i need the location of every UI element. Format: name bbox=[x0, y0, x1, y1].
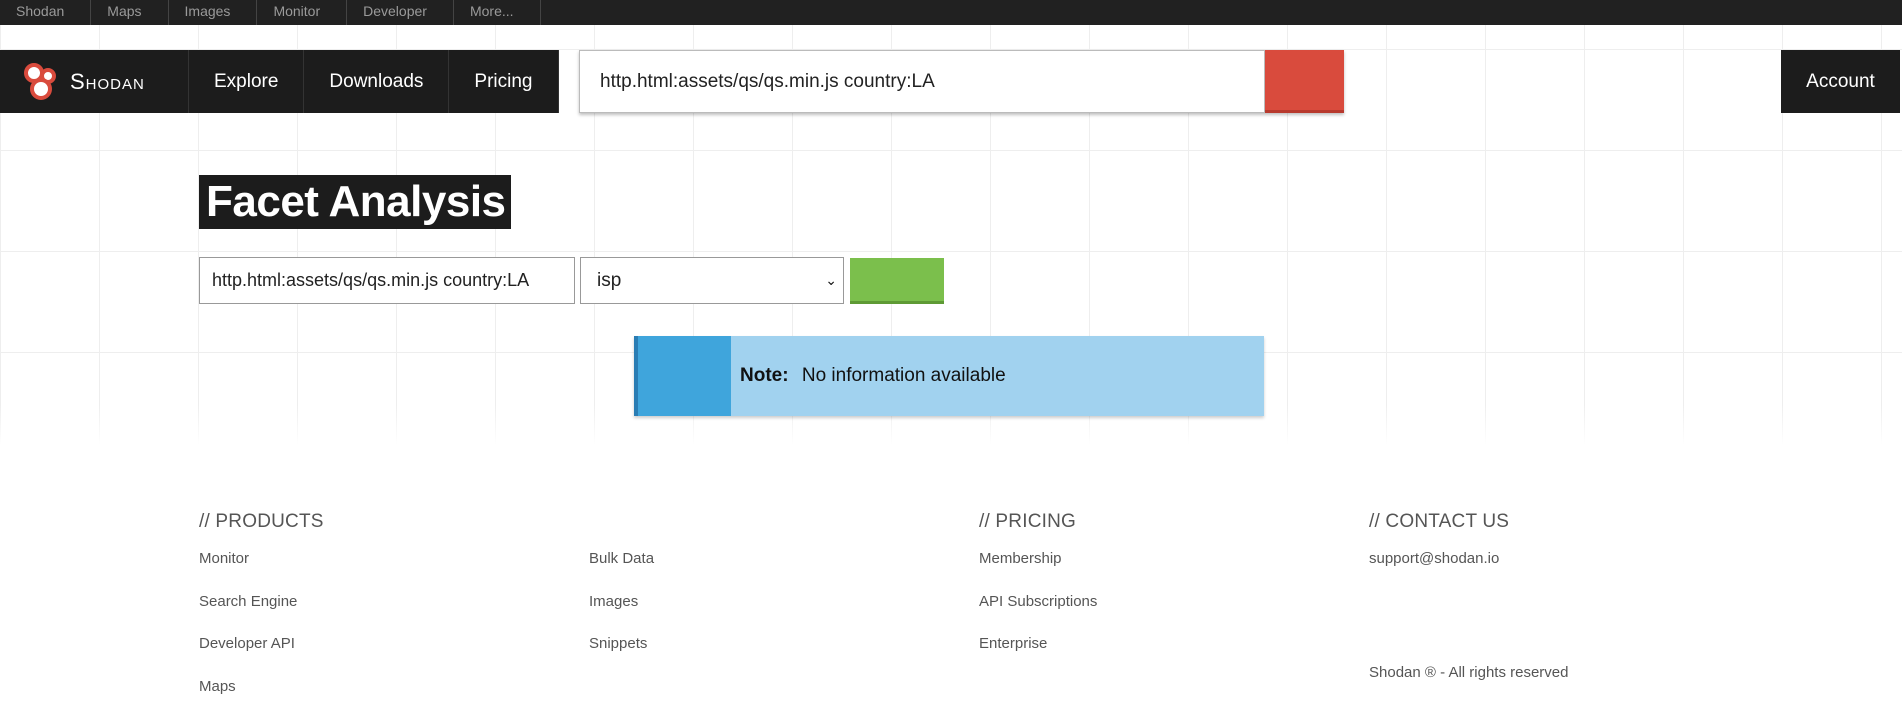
topbar-link-more[interactable]: More... bbox=[454, 0, 541, 25]
search-input[interactable] bbox=[579, 50, 1265, 113]
footer-pricing-heading: // PRICING bbox=[979, 511, 1077, 532]
facet-query-input[interactable] bbox=[199, 257, 575, 304]
top-navigation-strip: Shodan Maps Images Monitor Developer Mor… bbox=[0, 0, 1902, 25]
topbar-link-images[interactable]: Images bbox=[169, 0, 258, 25]
footer-link-membership[interactable]: Membership bbox=[979, 550, 1062, 567]
note-text: No information available bbox=[801, 365, 1006, 386]
footer-link-developer-api[interactable]: Developer API bbox=[199, 635, 295, 652]
footer-link-images[interactable]: Images bbox=[589, 593, 638, 610]
footer-link-enterprise[interactable]: Enterprise bbox=[979, 635, 1047, 652]
facet-submit-button[interactable] bbox=[850, 258, 944, 304]
note-message: Note: No information available bbox=[740, 365, 1006, 387]
account-button[interactable]: Account bbox=[1781, 50, 1900, 113]
footer-link-bulk-data[interactable]: Bulk Data bbox=[589, 550, 654, 567]
note-label: Note: bbox=[740, 365, 789, 386]
chevron-down-icon: ⌄ bbox=[825, 272, 837, 288]
shodan-logo[interactable]: Shodan bbox=[0, 50, 189, 113]
footer-link-search-engine[interactable]: Search Engine bbox=[199, 593, 297, 610]
topbar-link-maps[interactable]: Maps bbox=[91, 0, 169, 25]
nav-downloads[interactable]: Downloads bbox=[304, 50, 450, 113]
nav-explore[interactable]: Explore bbox=[189, 50, 305, 113]
footer-products-heading: // PRODUCTS bbox=[199, 511, 324, 532]
note-alert: Note: No information available bbox=[634, 336, 1264, 416]
footer-copyright: Shodan ® - All rights reserved bbox=[1369, 664, 1569, 681]
logo-text: Shodan bbox=[70, 68, 145, 94]
note-accent-block bbox=[638, 336, 731, 416]
topbar-link-monitor[interactable]: Monitor bbox=[257, 0, 348, 25]
footer-link-monitor[interactable]: Monitor bbox=[199, 550, 249, 567]
facet-select[interactable]: isp ⌄ bbox=[580, 257, 844, 304]
header-search bbox=[579, 50, 1344, 113]
main-header: Shodan Explore Downloads Pricing bbox=[0, 50, 559, 113]
topbar-link-shodan[interactable]: Shodan bbox=[0, 0, 92, 25]
facet-select-value: isp bbox=[597, 270, 622, 291]
footer-contact-email[interactable]: support@shodan.io bbox=[1369, 550, 1499, 567]
page-title: Facet Analysis bbox=[199, 175, 511, 229]
footer-link-maps[interactable]: Maps bbox=[199, 678, 236, 695]
topbar-link-developer[interactable]: Developer bbox=[347, 0, 454, 25]
footer-contact-heading: // CONTACT US bbox=[1369, 511, 1510, 532]
nav-pricing[interactable]: Pricing bbox=[449, 50, 559, 113]
search-button[interactable] bbox=[1265, 50, 1344, 113]
footer-link-snippets[interactable]: Snippets bbox=[589, 635, 647, 652]
shodan-logo-icon bbox=[22, 62, 62, 102]
footer-link-api-subscriptions[interactable]: API Subscriptions bbox=[979, 593, 1097, 610]
